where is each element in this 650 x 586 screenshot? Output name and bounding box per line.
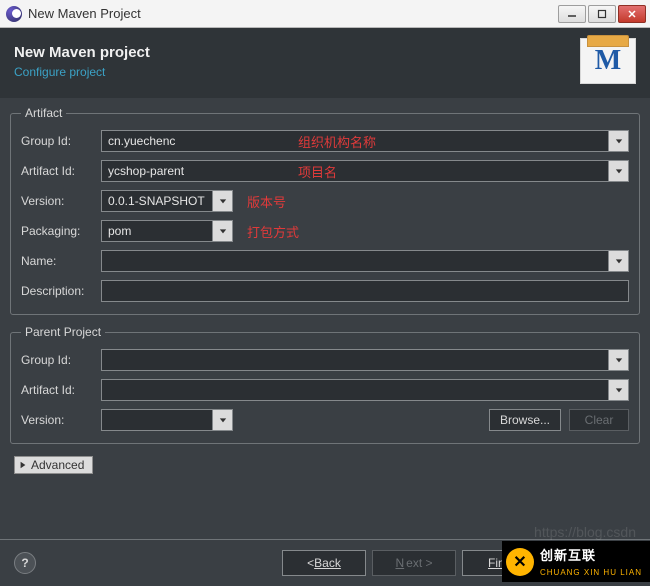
maven-icon-letter: M [595,45,621,77]
parent-group-id-combo[interactable] [101,349,629,371]
back-label: Back [314,556,341,570]
name-label: Name: [21,254,93,268]
packaging-label: Packaging: [21,224,93,238]
window-title: New Maven Project [28,6,558,21]
artifact-id-label: Artifact Id: [21,164,93,178]
minimize-button[interactable] [558,5,586,23]
wizard-banner: New Maven project Configure project M [0,28,650,98]
wizard-content: Artifact Group Id: cn.yuechenc 组织机构名称 Ar… [0,98,650,474]
packaging-combo[interactable]: pom [101,220,233,242]
chevron-down-icon[interactable] [608,251,628,271]
brand-name: 创新互联 [540,545,642,564]
artifact-id-combo[interactable]: ycshop-parent 项目名 [101,160,629,182]
description-input[interactable] [101,280,629,302]
chevron-down-icon[interactable] [212,191,232,211]
next-button[interactable]: Next > [372,550,456,576]
chevron-down-icon[interactable] [608,161,628,181]
artifact-id-annotation: 项目名 [298,162,337,181]
version-annotation: 版本号 [247,192,286,211]
group-id-label: Group Id: [21,134,93,148]
banner-title: New Maven project [14,44,580,61]
description-label: Description: [21,284,93,298]
parent-artifact-id-label: Artifact Id: [21,383,93,397]
browse-button[interactable]: Browse... [489,409,561,431]
artifact-group: Artifact Group Id: cn.yuechenc 组织机构名称 Ar… [10,106,640,315]
version-combo[interactable]: 0.0.1-SNAPSHOT [101,190,233,212]
window-buttons [558,5,646,23]
chevron-down-icon[interactable] [608,380,628,400]
maximize-button[interactable] [588,5,616,23]
help-button[interactable]: ? [14,552,36,574]
banner-subtitle: Configure project [14,65,580,79]
parent-version-label: Version: [21,413,93,427]
clear-button[interactable]: Clear [569,409,629,431]
packaging-value: pom [108,224,131,238]
eclipse-icon [6,6,22,22]
parent-version-combo[interactable] [101,409,233,431]
artifact-legend: Artifact [21,106,66,120]
name-combo[interactable] [101,250,629,272]
watermark-text: https://blog.csdn [534,524,636,540]
group-id-combo[interactable]: cn.yuechenc 组织机构名称 [101,130,629,152]
advanced-expander[interactable]: Advanced [14,456,93,474]
parent-artifact-id-combo[interactable] [101,379,629,401]
maven-icon: M [580,38,636,84]
chevron-down-icon[interactable] [608,131,628,151]
advanced-label: Advanced [31,458,84,472]
parent-group-id-label: Group Id: [21,353,93,367]
group-id-value: cn.yuechenc [108,134,175,148]
brand-logo-icon: ✕ [506,548,534,576]
brand-sub: CHUANG XIN HU LIAN [540,568,642,577]
chevron-down-icon[interactable] [212,221,232,241]
titlebar: New Maven Project [0,0,650,28]
artifact-id-value: ycshop-parent [108,164,184,178]
chevron-down-icon[interactable] [608,350,628,370]
parent-legend: Parent Project [21,325,105,339]
version-label: Version: [21,194,93,208]
parent-project-group: Parent Project Group Id: Artifact Id: Ve… [10,325,640,444]
packaging-annotation: 打包方式 [247,222,299,241]
close-button[interactable] [618,5,646,23]
chevron-right-icon [19,461,27,469]
group-id-annotation: 组织机构名称 [298,132,376,151]
version-value: 0.0.1-SNAPSHOT [108,194,205,208]
brand-overlay: ✕ 创新互联 CHUANG XIN HU LIAN [502,541,650,582]
back-button[interactable]: < Back [282,550,366,576]
chevron-down-icon[interactable] [212,410,232,430]
next-label: ext > [406,556,432,570]
